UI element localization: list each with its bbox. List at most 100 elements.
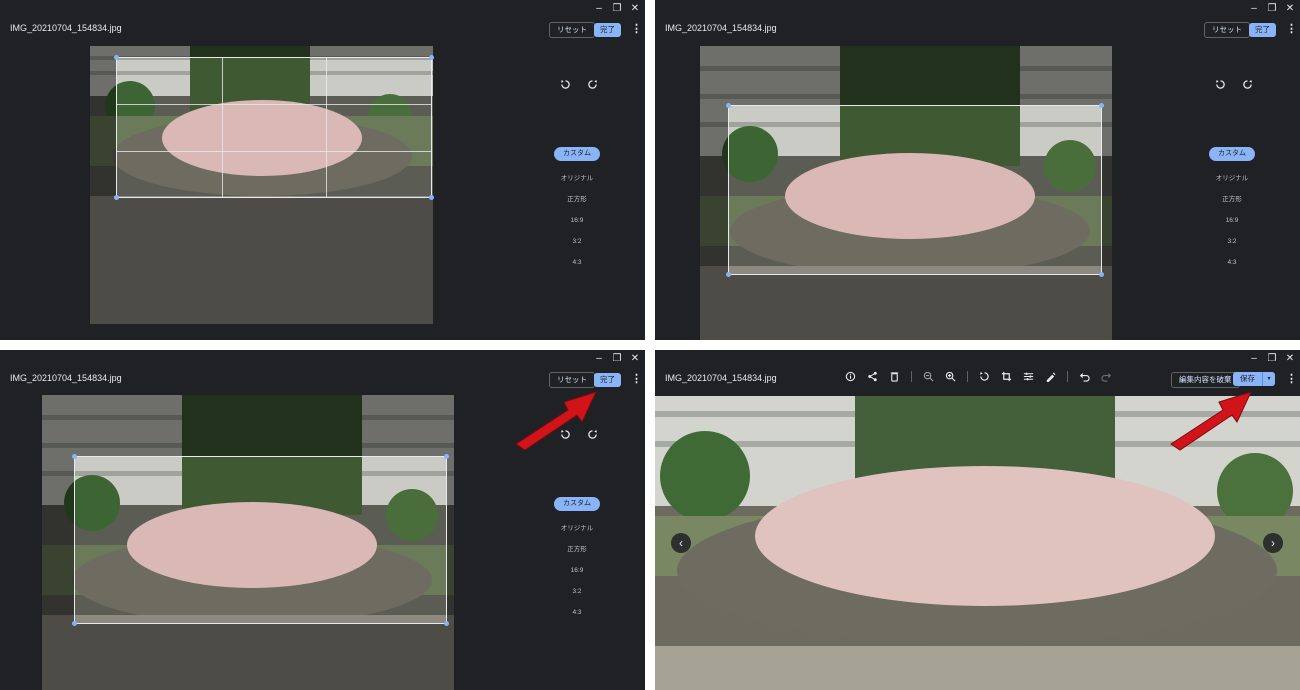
annotate-icon[interactable] [1045,371,1056,382]
close-icon[interactable]: ✕ [629,3,641,15]
minimize-icon[interactable]: – [593,3,605,15]
aspect-4-3[interactable]: 4:3 [1227,252,1236,273]
flip-icon[interactable] [1242,79,1253,90]
viewer-toolbar [845,371,1112,382]
info-icon[interactable] [845,371,856,382]
crop-mask-left [90,57,116,198]
editor-panel-crop-confirm: – ❐ ✕ IMG_20210704_154834.jpg リセット 完了 ⋮ [0,350,645,690]
crop-icon[interactable] [1001,371,1012,382]
toolbar-separator [967,371,968,382]
aspect-custom[interactable]: カスタム [1209,147,1255,161]
crop-box[interactable] [74,456,447,624]
transform-icons [1215,79,1253,90]
more-options-icon[interactable]: ⋮ [631,22,642,35]
aspect-16-9[interactable]: 16:9 [571,210,584,231]
aspect-4-3[interactable]: 4:3 [572,252,581,273]
restore-icon[interactable]: ❐ [1266,353,1278,365]
zoom-out-icon[interactable] [923,371,934,382]
aspect-3-2[interactable]: 3:2 [1227,231,1236,252]
share-icon[interactable] [867,371,878,382]
close-icon[interactable]: ✕ [629,353,641,365]
crop-handle-top-right[interactable] [429,55,434,60]
restore-icon[interactable]: ❐ [611,3,623,15]
aspect-original[interactable]: オリジナル [1216,168,1249,189]
crop-mask-top [90,46,433,57]
crop-mask-bottom [90,198,433,324]
discard-edits-button[interactable]: 編集内容を破棄 [1171,372,1240,388]
aspect-16-9[interactable]: 16:9 [1226,210,1239,231]
crop-handle-bottom-right[interactable] [444,621,449,626]
crop-mask-top [700,46,1112,105]
done-button[interactable]: 完了 [594,23,621,37]
more-options-icon[interactable]: ⋮ [631,372,642,385]
crop-mask-right [1102,105,1112,275]
save-button[interactable]: 保存 [1233,372,1262,386]
crop-handle-top-left[interactable] [72,454,77,459]
rotate-icon[interactable] [979,371,990,382]
aspect-16-9[interactable]: 16:9 [571,560,584,581]
rotate-left-icon[interactable] [560,79,571,90]
save-dropdown-icon[interactable]: ▾ [1262,372,1275,386]
reset-button[interactable]: リセット [549,22,595,38]
crop-mask-left [42,456,74,624]
crop-handle-bottom-left[interactable] [726,272,731,277]
more-options-icon[interactable]: ⋮ [1286,22,1297,35]
crop-box[interactable] [728,105,1102,275]
file-name: IMG_20210704_154834.jpg [10,373,122,383]
crop-handle-bottom-left[interactable] [114,195,119,200]
done-button[interactable]: 完了 [1249,23,1276,37]
restore-icon[interactable]: ❐ [611,353,623,365]
aspect-custom[interactable]: カスタム [554,497,600,511]
window-controls: – ❐ ✕ [593,353,641,365]
close-icon[interactable]: ✕ [1284,3,1296,15]
file-name: IMG_20210704_154834.jpg [665,373,777,383]
aspect-4-3[interactable]: 4:3 [572,602,581,623]
file-name: IMG_20210704_154834.jpg [665,23,777,33]
minimize-icon[interactable]: – [593,353,605,365]
minimize-icon[interactable]: – [1248,3,1260,15]
aspect-square[interactable]: 正方形 [567,539,587,560]
crop-mask-right [447,456,454,624]
delete-icon[interactable] [889,371,900,382]
viewer-panel-save: – ❐ ✕ IMG_20210704_154834.jpg 編集内容を破棄 保存… [655,350,1300,690]
save-split-button: 保存 ▾ [1233,372,1275,386]
more-options-icon[interactable]: ⋮ [1286,372,1297,385]
crop-handle-top-right[interactable] [1099,103,1104,108]
crop-handle-top-left[interactable] [726,103,731,108]
restore-icon[interactable]: ❐ [1266,3,1278,15]
done-button[interactable]: 完了 [594,373,621,387]
toolbar-separator [1067,371,1068,382]
editor-panel-crop-initial: – ❐ ✕ IMG_20210704_154834.jpg リセット 完了 ⋮ [0,0,645,340]
reset-button[interactable]: リセット [1204,22,1250,38]
zoom-in-icon[interactable] [945,371,956,382]
crop-handle-top-right[interactable] [444,454,449,459]
crop-handle-bottom-right[interactable] [429,195,434,200]
aspect-ratio-list: カスタム オリジナル 正方形 16:9 3:2 4:3 [547,497,607,623]
red-pointer-arrow [515,391,597,451]
next-image-button[interactable]: › [1263,533,1283,553]
reset-button[interactable]: リセット [549,372,595,388]
minimize-icon[interactable]: – [1248,353,1260,365]
red-pointer-arrow [1170,391,1252,451]
crop-handle-bottom-left[interactable] [72,621,77,626]
redo-icon[interactable] [1101,371,1112,382]
aspect-ratio-list: カスタム オリジナル 正方形 16:9 3:2 4:3 [1202,147,1262,273]
aspect-3-2[interactable]: 3:2 [572,231,581,252]
window-controls: – ❐ ✕ [1248,3,1296,15]
crop-handle-bottom-right[interactable] [1099,272,1104,277]
window-controls: – ❐ ✕ [593,3,641,15]
adjust-icon[interactable] [1023,371,1034,382]
aspect-square[interactable]: 正方形 [567,189,587,210]
close-icon[interactable]: ✕ [1284,353,1296,365]
crop-handle-top-left[interactable] [114,55,119,60]
flip-icon[interactable] [587,79,598,90]
rotate-left-icon[interactable] [1215,79,1226,90]
previous-image-button[interactable]: ‹ [671,533,691,553]
undo-icon[interactable] [1079,371,1090,382]
aspect-original[interactable]: オリジナル [561,518,594,539]
aspect-3-2[interactable]: 3:2 [572,581,581,602]
aspect-square[interactable]: 正方形 [1222,189,1242,210]
aspect-original[interactable]: オリジナル [561,168,594,189]
crop-box[interactable] [116,57,432,198]
aspect-custom[interactable]: カスタム [554,147,600,161]
